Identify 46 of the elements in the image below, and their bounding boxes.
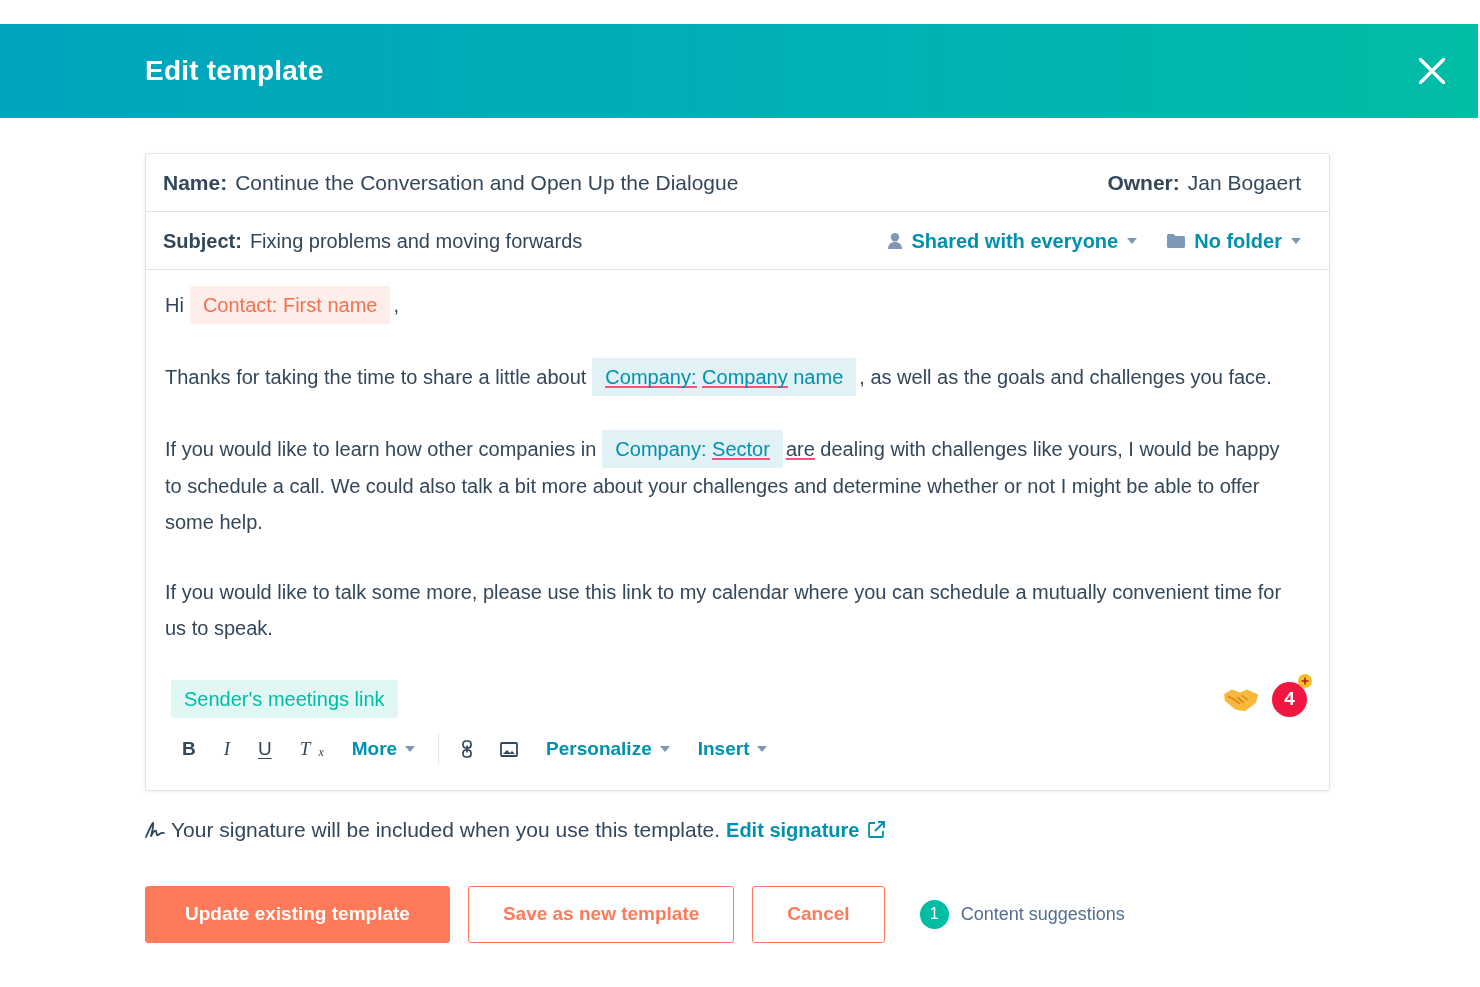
- underline-button[interactable]: U: [249, 731, 281, 767]
- name-label: Name:: [163, 169, 228, 196]
- caret-icon: [1127, 237, 1138, 244]
- primary-button[interactable]: Update existing template: [145, 885, 450, 943]
- suggestions-label[interactable]: Content suggestions: [960, 900, 1125, 928]
- link-icon: [462, 740, 473, 758]
- close-icon: [1419, 58, 1445, 84]
- owner-name: Jan Bogaert: [1187, 169, 1301, 196]
- bold-button[interactable]: B: [173, 731, 205, 767]
- outline-button[interactable]: Cancel: [752, 885, 885, 943]
- merge-tag[interactable]: Company: Sector: [602, 430, 783, 468]
- email-paragraph: If you would like to talk some more, please use this link to my calendar where you can schedule a mutually convenient time for us to speak.: [165, 580, 1283, 641]
- suggestion-count: 1: [919, 899, 949, 929]
- person-icon: [888, 232, 903, 249]
- caret-icon: [405, 746, 416, 752]
- subject-label: Subject:: [163, 228, 242, 254]
- signature-note: Your signature will be included when you use this template.: [171, 817, 721, 843]
- caret-icon: [1291, 237, 1301, 244]
- caret-icon: [659, 746, 670, 752]
- email-paragraph: Thanks for taking the time to share a little about Company: Company name , as well as the goals and challenges you face.: [165, 358, 1296, 396]
- template-name: Continue the Conversation and Open Up the Dialogue: [235, 169, 739, 196]
- email-paragraph: Hi Contact: First name ,: [165, 286, 1296, 324]
- folder-dropdown[interactable]: No folder: [1167, 225, 1301, 256]
- dialog-title: Edit template: [145, 54, 324, 88]
- external-link-icon: [867, 820, 886, 839]
- menu-dropdown[interactable]: Personalize: [537, 731, 679, 767]
- merge-tag[interactable]: Sender's meetings link: [171, 680, 398, 718]
- sharing-dropdown[interactable]: Shared with everyone: [888, 225, 1138, 256]
- caret-icon: [757, 746, 768, 752]
- clear-format-button[interactable]: T$_{x}$: [290, 731, 333, 767]
- plus-icon[interactable]: [1298, 674, 1312, 688]
- edit-signature-link[interactable]: Edit signature: [726, 814, 886, 845]
- menu-dropdown[interactable]: More: [342, 731, 425, 767]
- outline-button[interactable]: Save as new template: [467, 885, 735, 943]
- menu-dropdown[interactable]: Insert: [688, 731, 777, 767]
- image-icon: [500, 741, 519, 757]
- subject-text: Fixing problems and moving forwards: [249, 228, 583, 254]
- email-paragraph: If you would like to learn how other companies in Company: Sector are dealing with challenges like yours, I would be happy to schedule a call. We could also talk a bit more about your challenges and determine whether or not I might be able to offer some help.: [165, 430, 1296, 540]
- signature-icon: [145, 821, 165, 838]
- handshake-icon[interactable]: [1224, 687, 1258, 712]
- italic-button[interactable]: I: [214, 731, 240, 767]
- merge-tag[interactable]: Contact: First name: [189, 286, 391, 324]
- alert-count-button[interactable]: 4: [1272, 682, 1307, 717]
- owner-label: Owner:: [1107, 169, 1180, 196]
- merge-tag[interactable]: Company: Company name: [592, 358, 857, 396]
- folder-icon: [1167, 233, 1186, 248]
